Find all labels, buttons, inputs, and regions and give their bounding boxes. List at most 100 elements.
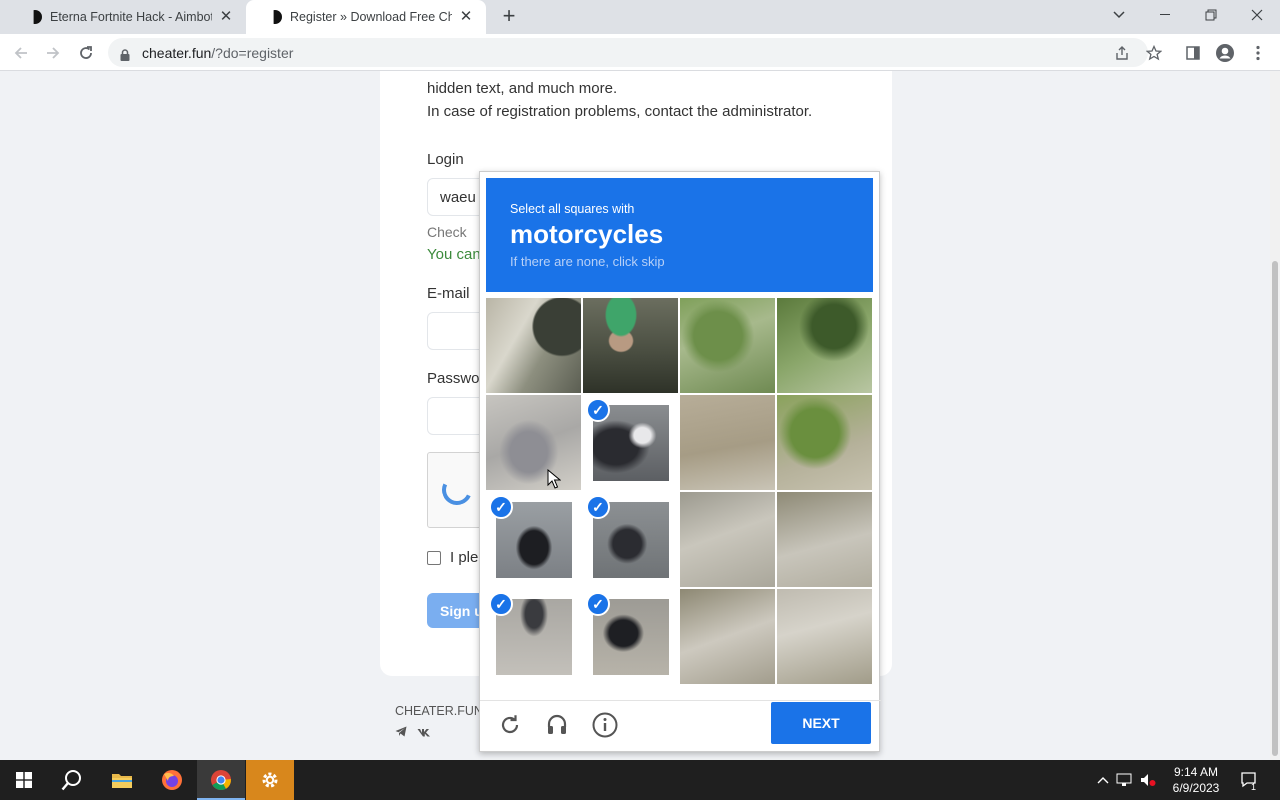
agree-checkbox[interactable] (427, 550, 441, 565)
minimize-button[interactable] (1142, 0, 1188, 30)
tab-register[interactable]: Register » Download Free Cheats ✕ (246, 0, 486, 34)
check-link[interactable]: Check (427, 224, 467, 240)
windows-logo-icon (16, 772, 32, 788)
tile-image (486, 298, 581, 393)
captcha-tile-10[interactable]: ✓ (583, 492, 678, 587)
close-tab-icon[interactable]: ✕ (218, 9, 234, 25)
next-button[interactable]: NEXT (771, 702, 871, 744)
chrome-icon (211, 770, 231, 791)
start-button[interactable] (0, 760, 48, 800)
url-text[interactable]: cheater.fun/?do=register (142, 45, 293, 61)
agree-text: I ple (450, 549, 479, 566)
captcha-instructions: Select all squares with motorcycles If t… (486, 178, 873, 292)
captcha-target-object: motorcycles (510, 219, 664, 249)
captcha-tile-13[interactable]: ✓ (486, 589, 581, 684)
file-explorer-button[interactable] (98, 760, 146, 800)
back-arrow-icon (14, 47, 27, 59)
tile-image (777, 589, 872, 684)
clock-date: 6/9/2023 (1172, 781, 1220, 795)
taskbar: 9:14 AM 6/9/2023 1 (0, 760, 1280, 800)
show-hidden-icons-icon[interactable] (1094, 776, 1112, 784)
login-label: Login (427, 151, 464, 168)
captcha-tile-6[interactable]: ✓ (583, 395, 678, 490)
loading-spinner-icon (437, 470, 477, 510)
url-path: /?do=register (211, 44, 294, 61)
system-clock[interactable]: 9:14 AM 6/9/2023 (1168, 764, 1224, 796)
chrome-button[interactable] (197, 760, 245, 800)
lock-icon[interactable] (120, 48, 130, 61)
captcha-image-grid: ✓ ✓ ✓ ✓ ✓ (486, 298, 873, 685)
captcha-tile-9[interactable]: ✓ (486, 492, 581, 587)
forward-button[interactable] (40, 40, 66, 66)
captcha-tile-3[interactable] (680, 298, 775, 393)
footer-social-links (395, 726, 431, 740)
page-scrollbar[interactable] (1270, 71, 1280, 760)
system-tray (1094, 760, 1160, 800)
tile-image (680, 298, 775, 393)
captcha-instruction-text: Select all squares with (510, 202, 635, 216)
gear-icon (262, 772, 278, 788)
search-button[interactable] (48, 760, 96, 800)
captcha-tile-5[interactable] (486, 395, 581, 490)
tab-search-button[interactable] (1096, 0, 1142, 30)
back-button[interactable] (8, 40, 34, 66)
omnibox[interactable]: cheater.fun/?do=register (108, 38, 1148, 67)
captcha-tile-14[interactable]: ✓ (583, 589, 678, 684)
tile-image (680, 395, 775, 490)
tile-image (680, 589, 775, 684)
tile-image (486, 395, 581, 490)
share-icon[interactable] (1111, 42, 1133, 64)
notification-icon (1241, 772, 1256, 788)
captcha-hint-text: If there are none, click skip (510, 254, 665, 269)
settings-button[interactable] (246, 760, 294, 800)
scrollbar-thumb[interactable] (1272, 261, 1278, 756)
action-center-button[interactable]: 1 (1234, 760, 1266, 800)
close-tab-icon[interactable]: ✕ (458, 9, 474, 25)
tab-eterna[interactable]: Eterna Fortnite Hack - Aimbot, ESP ✕ (6, 0, 246, 34)
intro-text-line1: hidden text, and much more. (427, 80, 618, 97)
captcha-tile-2[interactable] (583, 298, 678, 393)
side-panel-icon[interactable] (1182, 42, 1204, 64)
footer-brand: CHEATER.FUN (395, 704, 483, 718)
url-host: cheater.fun (142, 44, 212, 61)
login-availability-text: You can (427, 246, 481, 263)
network-icon[interactable] (1112, 773, 1136, 787)
search-icon (61, 770, 81, 791)
reload-button[interactable] (73, 40, 99, 66)
site-favicon-icon (33, 10, 42, 24)
audio-challenge-icon[interactable] (541, 709, 573, 741)
new-tab-button[interactable]: + (498, 5, 520, 28)
info-icon[interactable] (589, 709, 621, 741)
captcha-tile-4[interactable] (777, 298, 872, 393)
captcha-tile-15[interactable] (680, 589, 775, 684)
intro-text-line2: In case of registration problems, contac… (427, 103, 813, 120)
tile-selected-check-icon: ✓ (489, 495, 513, 519)
profile-avatar-icon[interactable] (1214, 42, 1236, 64)
password-label: Passwo (427, 370, 480, 387)
mouse-cursor-icon (547, 469, 561, 489)
bookmark-star-icon[interactable] (1143, 42, 1165, 64)
tab-title: Eterna Fortnite Hack - Aimbot, ESP (50, 10, 212, 24)
reload-challenge-icon[interactable] (494, 709, 526, 741)
captcha-tile-7[interactable] (680, 395, 775, 490)
tile-selected-check-icon: ✓ (586, 398, 610, 422)
menu-kebab-icon[interactable] (1247, 42, 1269, 64)
login-value: waeu (440, 188, 476, 206)
vk-icon[interactable] (417, 726, 431, 740)
close-window-button[interactable] (1234, 0, 1280, 30)
address-toolbar: cheater.fun/?do=register (0, 34, 1280, 71)
tile-selected-check-icon: ✓ (586, 592, 610, 616)
firefox-button[interactable] (148, 760, 196, 800)
restore-button[interactable] (1188, 0, 1234, 30)
notification-count: 1 (1251, 782, 1257, 792)
captcha-footer: NEXT (480, 700, 881, 752)
captcha-tile-11[interactable] (680, 492, 775, 587)
tile-image (680, 492, 775, 587)
captcha-tile-12[interactable] (777, 492, 872, 587)
captcha-tile-1[interactable] (486, 298, 581, 393)
agree-checkbox-row[interactable]: I ple (427, 549, 478, 566)
captcha-tile-8[interactable] (777, 395, 872, 490)
telegram-icon[interactable] (395, 726, 407, 740)
captcha-tile-16[interactable] (777, 589, 872, 684)
volume-muted-icon[interactable] (1136, 773, 1160, 787)
